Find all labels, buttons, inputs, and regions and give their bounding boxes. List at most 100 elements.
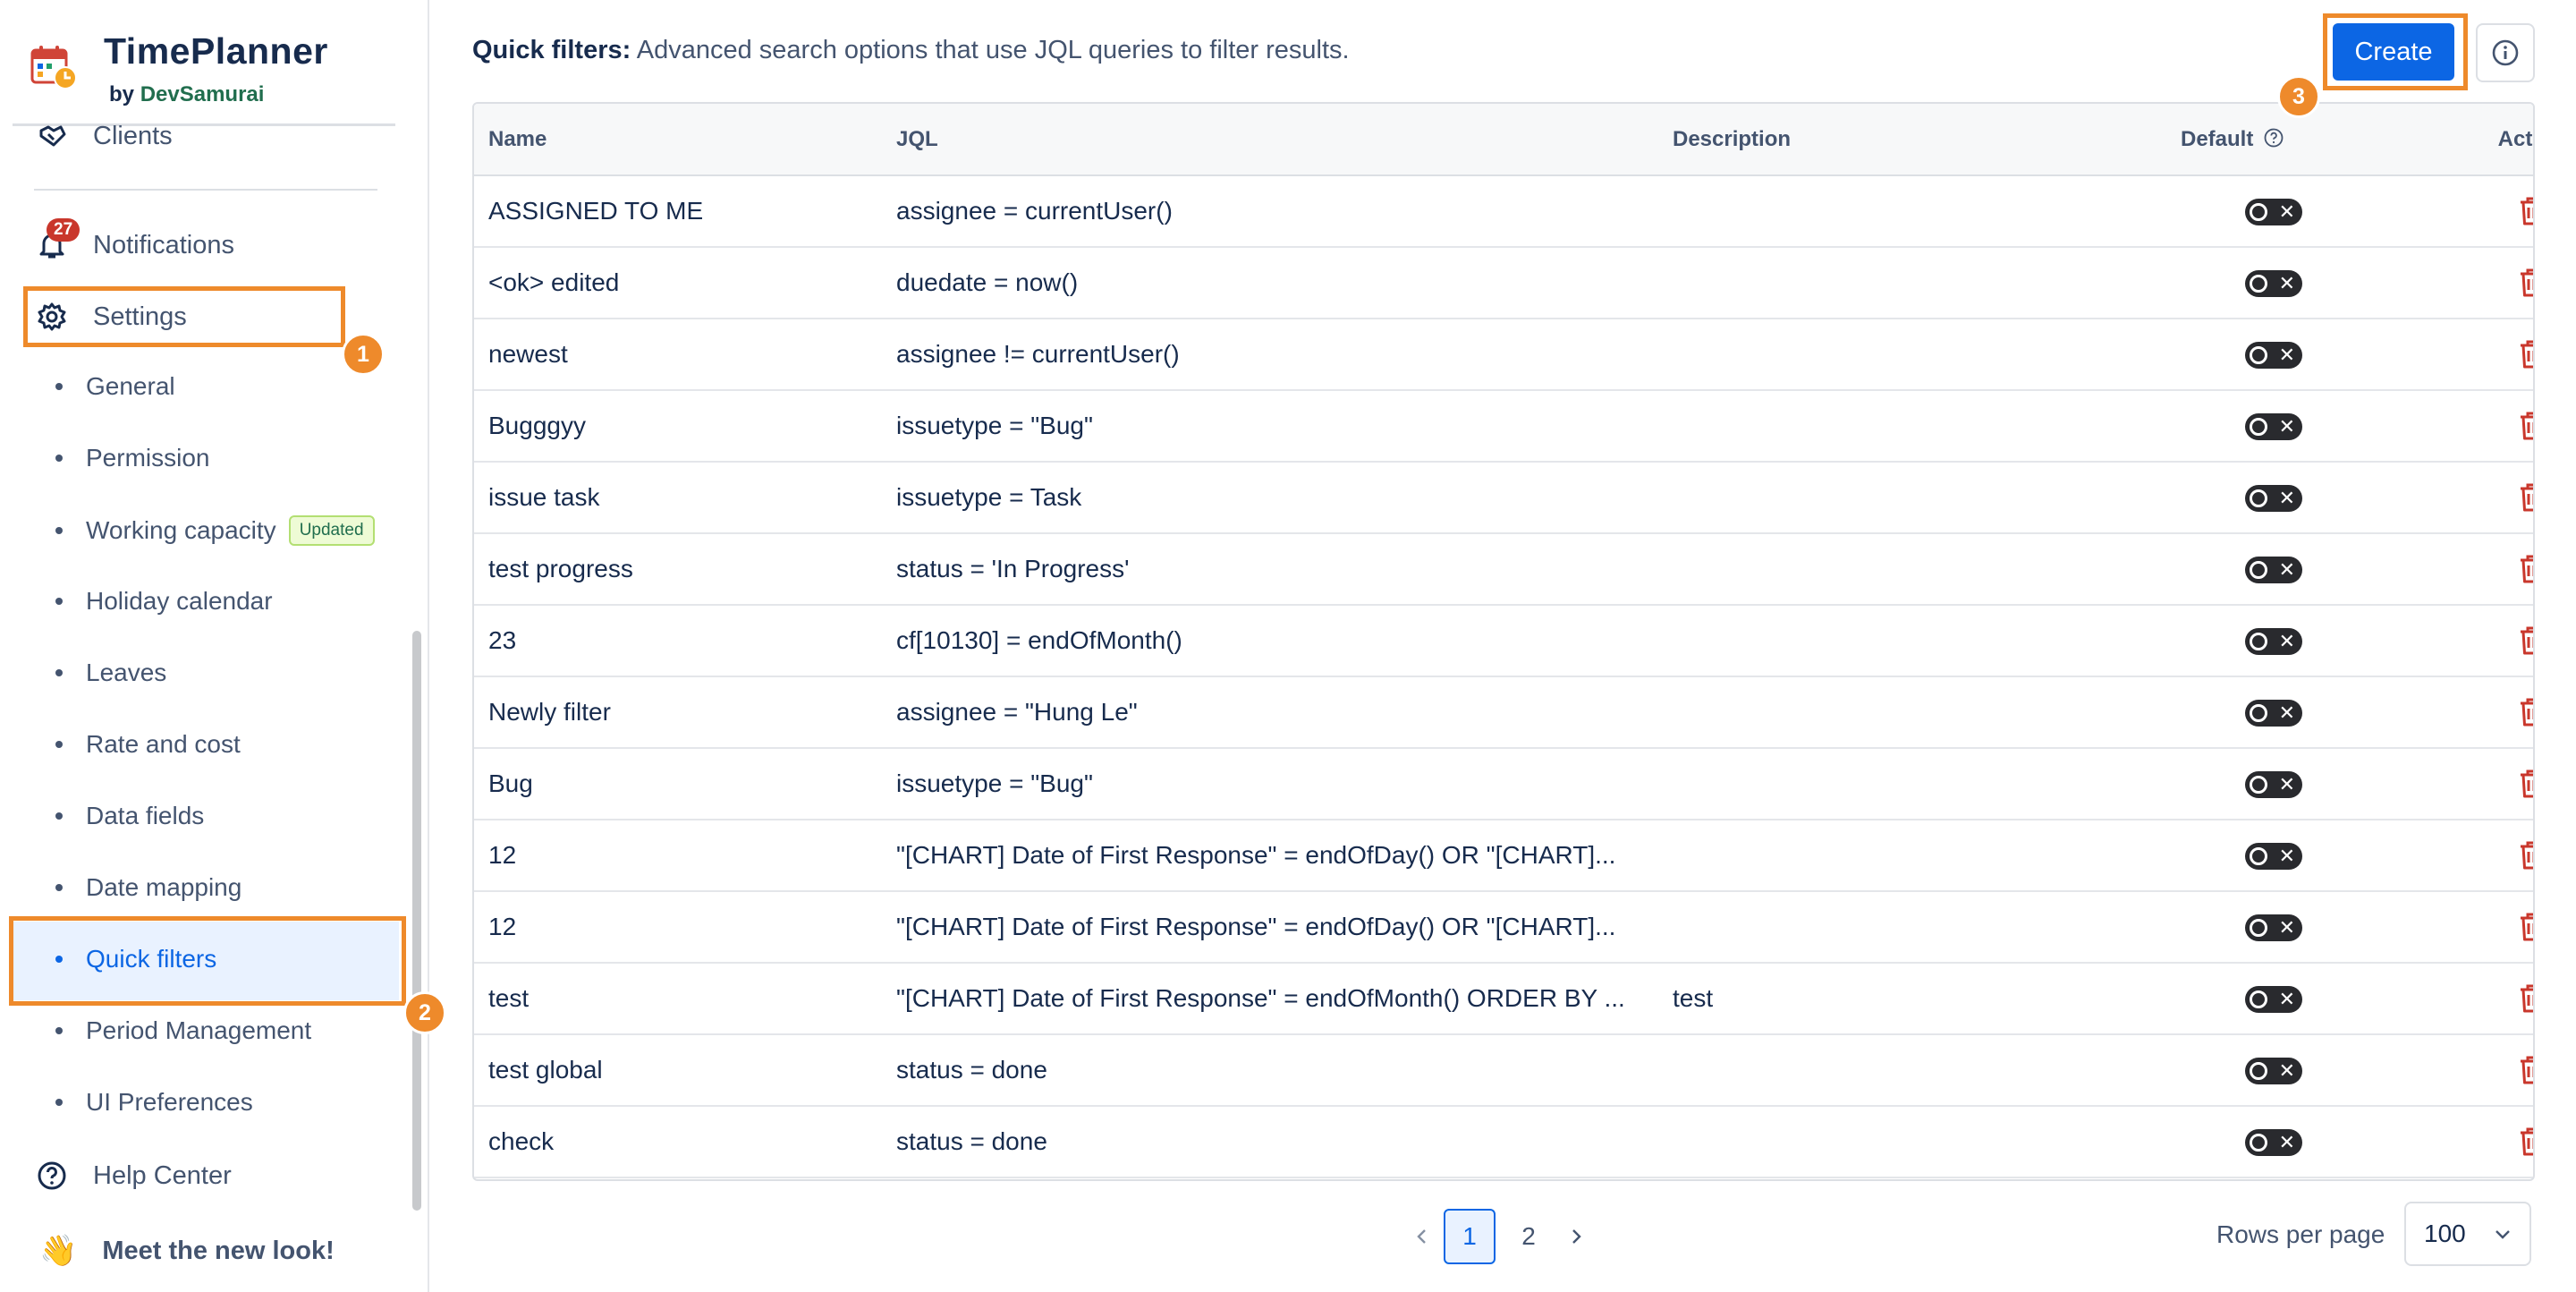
table-row[interactable]: test global status = done ✕ bbox=[474, 1034, 2535, 1107]
info-button[interactable] bbox=[2476, 23, 2535, 82]
sidebar-item-clients[interactable]: Clients bbox=[36, 120, 173, 152]
trash-icon[interactable] bbox=[2518, 1126, 2535, 1157]
sidebar-subitem-label: Permission bbox=[86, 444, 210, 472]
sidebar-subitem-permission[interactable]: Permission bbox=[55, 444, 209, 472]
brand-byline: by DevSamurai bbox=[109, 82, 264, 107]
annotation-number-1: 1 bbox=[342, 333, 385, 376]
sidebar-subitem-ui-preferences[interactable]: UI Preferences bbox=[55, 1088, 253, 1117]
cell-jql: status = 'In Progress' bbox=[882, 533, 1658, 606]
brand[interactable]: TimePlanner by DevSamurai bbox=[27, 27, 402, 116]
sidebar-item-label: Notifications bbox=[93, 230, 234, 259]
bullet bbox=[55, 383, 63, 390]
next-page-chevron-icon[interactable] bbox=[1558, 1219, 1594, 1254]
table-row[interactable]: newest assignee != currentUser() ✕ bbox=[474, 319, 2535, 391]
sidebar-subitem-date-mapping[interactable]: Date mapping bbox=[55, 873, 242, 902]
cell-name: test bbox=[474, 963, 882, 1035]
trash-icon[interactable] bbox=[2518, 840, 2535, 871]
toggle-off-x-icon: ✕ bbox=[2278, 845, 2295, 868]
toggle-off-x-icon: ✕ bbox=[2278, 988, 2295, 1011]
table-row[interactable]: test progress status = 'In Progress' ✕ bbox=[474, 533, 2535, 606]
default-toggle[interactable]: ✕ bbox=[2245, 485, 2302, 513]
sidebar-subitem-period-management[interactable]: Period Management bbox=[55, 1016, 311, 1045]
toggle-knob bbox=[2250, 418, 2267, 437]
sidebar-item-label: Help Center bbox=[93, 1160, 232, 1190]
default-toggle[interactable]: ✕ bbox=[2245, 986, 2302, 1014]
help-circle-icon[interactable] bbox=[2263, 127, 2284, 149]
table-row[interactable]: test "[CHART] Date of First Response" = e… bbox=[474, 963, 2535, 1035]
trash-icon[interactable] bbox=[2518, 1055, 2535, 1085]
sidebar-subitem-label: UI Preferences bbox=[86, 1088, 253, 1116]
column-header-jql: JQL bbox=[882, 104, 1658, 176]
table-row[interactable]: Bug issuetype = "Bug" ✕ bbox=[474, 748, 2535, 820]
default-toggle[interactable]: ✕ bbox=[2245, 843, 2302, 871]
default-toggle[interactable]: ✕ bbox=[2245, 413, 2302, 441]
table-row[interactable]: 12 "[CHART] Date of First Response" = end… bbox=[474, 820, 2535, 892]
trash-icon[interactable] bbox=[2518, 411, 2535, 441]
table-row[interactable]: Bugggyy issuetype = "Bug" ✕ bbox=[474, 390, 2535, 463]
sidebar-item-help-center[interactable]: Help Center bbox=[36, 1160, 232, 1192]
toggle-off-x-icon: ✕ bbox=[2278, 916, 2295, 939]
table-row[interactable]: 12 "[CHART] Date of First Response" = end… bbox=[474, 891, 2535, 964]
previous-page-chevron-icon[interactable] bbox=[1404, 1219, 1440, 1254]
trash-icon[interactable] bbox=[2518, 697, 2535, 727]
default-toggle[interactable]: ✕ bbox=[2245, 1129, 2302, 1157]
sidebar-scrollbar[interactable] bbox=[412, 631, 421, 1211]
sidebar-subitem-working-capacity[interactable]: Working capacity Updated bbox=[55, 515, 375, 546]
annotation-box-settings bbox=[23, 286, 345, 347]
default-toggle[interactable]: ✕ bbox=[2245, 771, 2302, 799]
toggle-knob bbox=[2250, 1062, 2267, 1081]
sidebar-subitem-label: Working capacity bbox=[86, 516, 276, 544]
sidebar-subitem-data-fields[interactable]: Data fields bbox=[55, 802, 204, 830]
default-toggle[interactable]: ✕ bbox=[2245, 1058, 2302, 1085]
cell-default: ✕ bbox=[2141, 605, 2406, 677]
toggle-knob bbox=[2250, 847, 2267, 866]
app-name: TimePlanner bbox=[104, 30, 328, 72]
default-toggle[interactable]: ✕ bbox=[2245, 557, 2302, 584]
rows-per-page-value: 100 bbox=[2424, 1220, 2466, 1247]
toggle-knob bbox=[2250, 489, 2267, 508]
default-toggle[interactable]: ✕ bbox=[2245, 700, 2302, 727]
table-row[interactable]: <ok> edited duedate = now() ✕ bbox=[474, 247, 2535, 319]
default-toggle[interactable]: ✕ bbox=[2245, 270, 2302, 298]
table-row[interactable]: check status = done ✕ bbox=[474, 1106, 2535, 1178]
default-toggle[interactable]: ✕ bbox=[2245, 628, 2302, 656]
toggle-off-x-icon: ✕ bbox=[2278, 1059, 2295, 1083]
sidebar-subitem-general[interactable]: General bbox=[55, 372, 175, 401]
sidebar-subitem-leaves[interactable]: Leaves bbox=[55, 659, 166, 687]
sidebar-item-notifications[interactable]: 27 Notifications bbox=[36, 218, 234, 261]
cell-default: ✕ bbox=[2141, 676, 2406, 749]
rows-per-page-select[interactable]: 100 bbox=[2404, 1202, 2531, 1266]
trash-icon[interactable] bbox=[2518, 268, 2535, 298]
table-row[interactable]: ASSIGNED TO ME assignee = currentUser() ✕ bbox=[474, 175, 2535, 248]
sidebar-subitem-rate-and-cost[interactable]: Rate and cost bbox=[55, 730, 241, 759]
default-toggle[interactable]: ✕ bbox=[2245, 342, 2302, 370]
cell-jql: issuetype = "Bug" bbox=[882, 390, 1658, 463]
toggle-off-x-icon: ✕ bbox=[2278, 773, 2295, 796]
trash-icon[interactable] bbox=[2518, 625, 2535, 656]
cell-description bbox=[1658, 1034, 2141, 1107]
meet-new-look-link[interactable]: 👋 Meet the new look! bbox=[39, 1233, 335, 1269]
toggle-off-x-icon: ✕ bbox=[2278, 272, 2295, 295]
cell-action bbox=[2406, 390, 2535, 463]
trash-icon[interactable] bbox=[2518, 482, 2535, 513]
table-row[interactable]: 23 cf[10130] = endOfMonth() ✕ bbox=[474, 605, 2535, 677]
trash-icon[interactable] bbox=[2518, 912, 2535, 942]
brand-company[interactable]: DevSamurai bbox=[140, 82, 265, 106]
page-button-1[interactable]: 1 bbox=[1444, 1209, 1496, 1264]
sidebar-subitem-holiday-calendar[interactable]: Holiday calendar bbox=[55, 587, 273, 616]
trash-icon[interactable] bbox=[2518, 554, 2535, 584]
default-toggle[interactable]: ✕ bbox=[2245, 199, 2302, 226]
toggle-off-x-icon: ✕ bbox=[2278, 1131, 2295, 1154]
cell-action bbox=[2406, 462, 2535, 534]
table-row[interactable]: Newly filter assignee = "Hung Le" ✕ bbox=[474, 676, 2535, 749]
trash-icon[interactable] bbox=[2518, 339, 2535, 370]
page-button-2[interactable]: 2 bbox=[1503, 1209, 1555, 1264]
default-toggle[interactable]: ✕ bbox=[2245, 914, 2302, 942]
trash-icon[interactable] bbox=[2518, 769, 2535, 799]
trash-icon[interactable] bbox=[2518, 983, 2535, 1014]
table-row[interactable]: issue task issuetype = Task ✕ bbox=[474, 462, 2535, 534]
trash-icon[interactable] bbox=[2518, 196, 2535, 226]
cell-description bbox=[1658, 462, 2141, 534]
cell-description bbox=[1658, 247, 2141, 319]
calendar-clock-logo-icon bbox=[30, 46, 77, 89]
